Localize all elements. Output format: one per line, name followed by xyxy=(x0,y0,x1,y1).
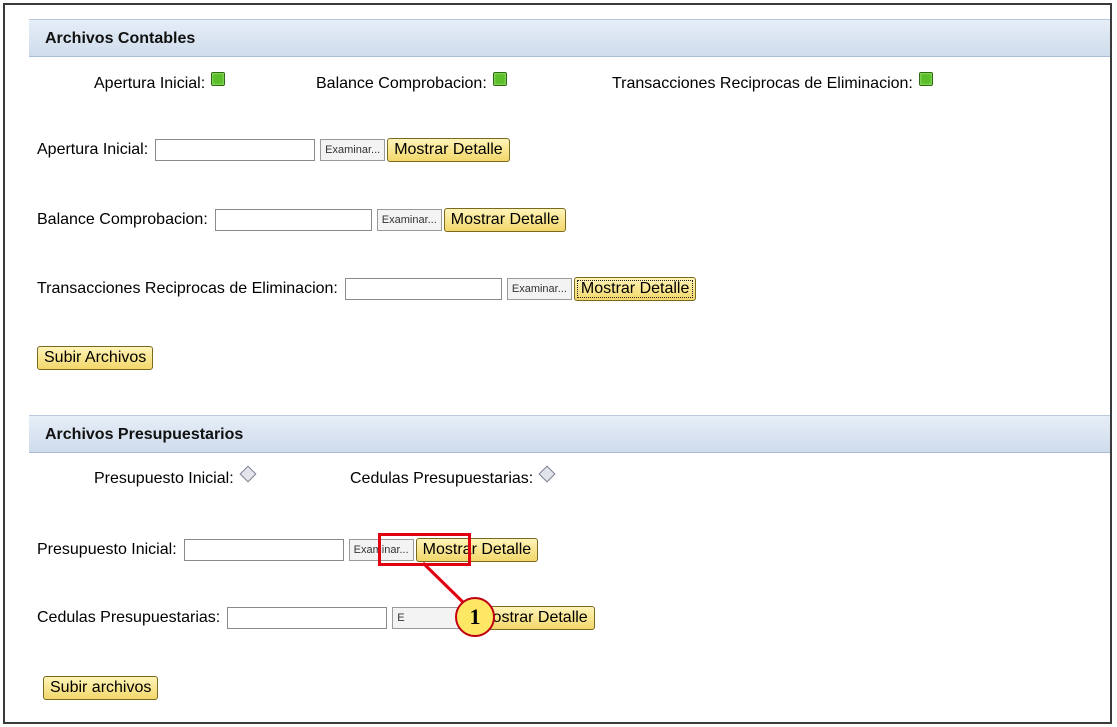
green-status-icon xyxy=(918,72,933,86)
field-label: Transacciones Reciprocas de Eliminacion: xyxy=(37,280,338,297)
field-label: Apertura Inicial: xyxy=(37,141,149,158)
field-label: Balance Comprobacion: xyxy=(37,211,208,228)
page-frame: Archivos Contables Apertura Inicial: Bal… xyxy=(3,3,1112,724)
subir-archivos-button[interactable]: Subir archivos xyxy=(43,676,159,700)
gray-diamond-status-icon xyxy=(538,465,556,483)
status-label: Cedulas Presupuestarias: xyxy=(350,470,534,487)
status-label: Presupuesto Inicial: xyxy=(94,470,234,487)
file-path-input[interactable] xyxy=(344,278,502,300)
browse-button[interactable]: Examinar... xyxy=(506,278,572,300)
mostrar-detalle-button[interactable]: Mostrar Detalle xyxy=(443,208,567,232)
status-transacciones-reciprocas: Transacciones Reciprocas de Eliminacion: xyxy=(612,72,933,93)
status-label: Transacciones Reciprocas de Eliminacion: xyxy=(612,75,913,92)
status-label: Balance Comprobacion: xyxy=(316,75,487,92)
field-label: Presupuesto Inicial: xyxy=(37,541,177,558)
file-path-input[interactable] xyxy=(183,539,344,561)
green-status-icon xyxy=(492,72,507,86)
status-balance-comprobacion: Balance Comprobacion: xyxy=(316,72,507,93)
browse-button[interactable]: Examinar... xyxy=(320,139,386,161)
section-header-presupuestarios: Archivos Presupuestarios xyxy=(29,415,1110,453)
upload-row-transacciones-reciprocas: Transacciones Reciprocas de Eliminacion:… xyxy=(37,277,697,301)
section-header-contables: Archivos Contables xyxy=(29,19,1110,57)
upload-row-cedulas-presupuestarias: Cedulas Presupuestarias: E Mostrar Detal… xyxy=(37,606,595,630)
green-status-icon xyxy=(211,72,226,86)
status-cedulas-presupuestarias: Cedulas Presupuestarias: xyxy=(350,465,556,488)
status-presupuesto-inicial: Presupuesto Inicial: xyxy=(94,465,257,488)
mostrar-detalle-button[interactable]: Mostrar Detalle xyxy=(573,277,697,301)
upload-row-subir-presupuestarios: Subir archivos xyxy=(43,676,159,700)
subir-archivos-button[interactable]: Subir Archivos xyxy=(37,346,154,370)
status-label: Apertura Inicial: xyxy=(94,75,206,92)
field-label: Cedulas Presupuestarias: xyxy=(37,609,221,626)
file-path-input[interactable] xyxy=(214,209,372,231)
browse-button[interactable]: Examinar... xyxy=(376,209,442,231)
status-apertura-inicial: Apertura Inicial: xyxy=(94,72,226,93)
upload-row-balance-comprobacion: Balance Comprobacion: Examinar... Mostra… xyxy=(37,208,567,232)
file-path-input[interactable] xyxy=(155,139,316,161)
step-marker: 1 xyxy=(455,597,495,637)
gray-diamond-status-icon xyxy=(239,465,257,483)
file-path-input[interactable] xyxy=(227,607,388,629)
upload-row-apertura-inicial: Apertura Inicial: Examinar... Mostrar De… xyxy=(37,138,510,162)
mostrar-detalle-button[interactable]: Mostrar Detalle xyxy=(387,138,510,162)
upload-row-subir-contables: Subir Archivos xyxy=(37,346,154,370)
